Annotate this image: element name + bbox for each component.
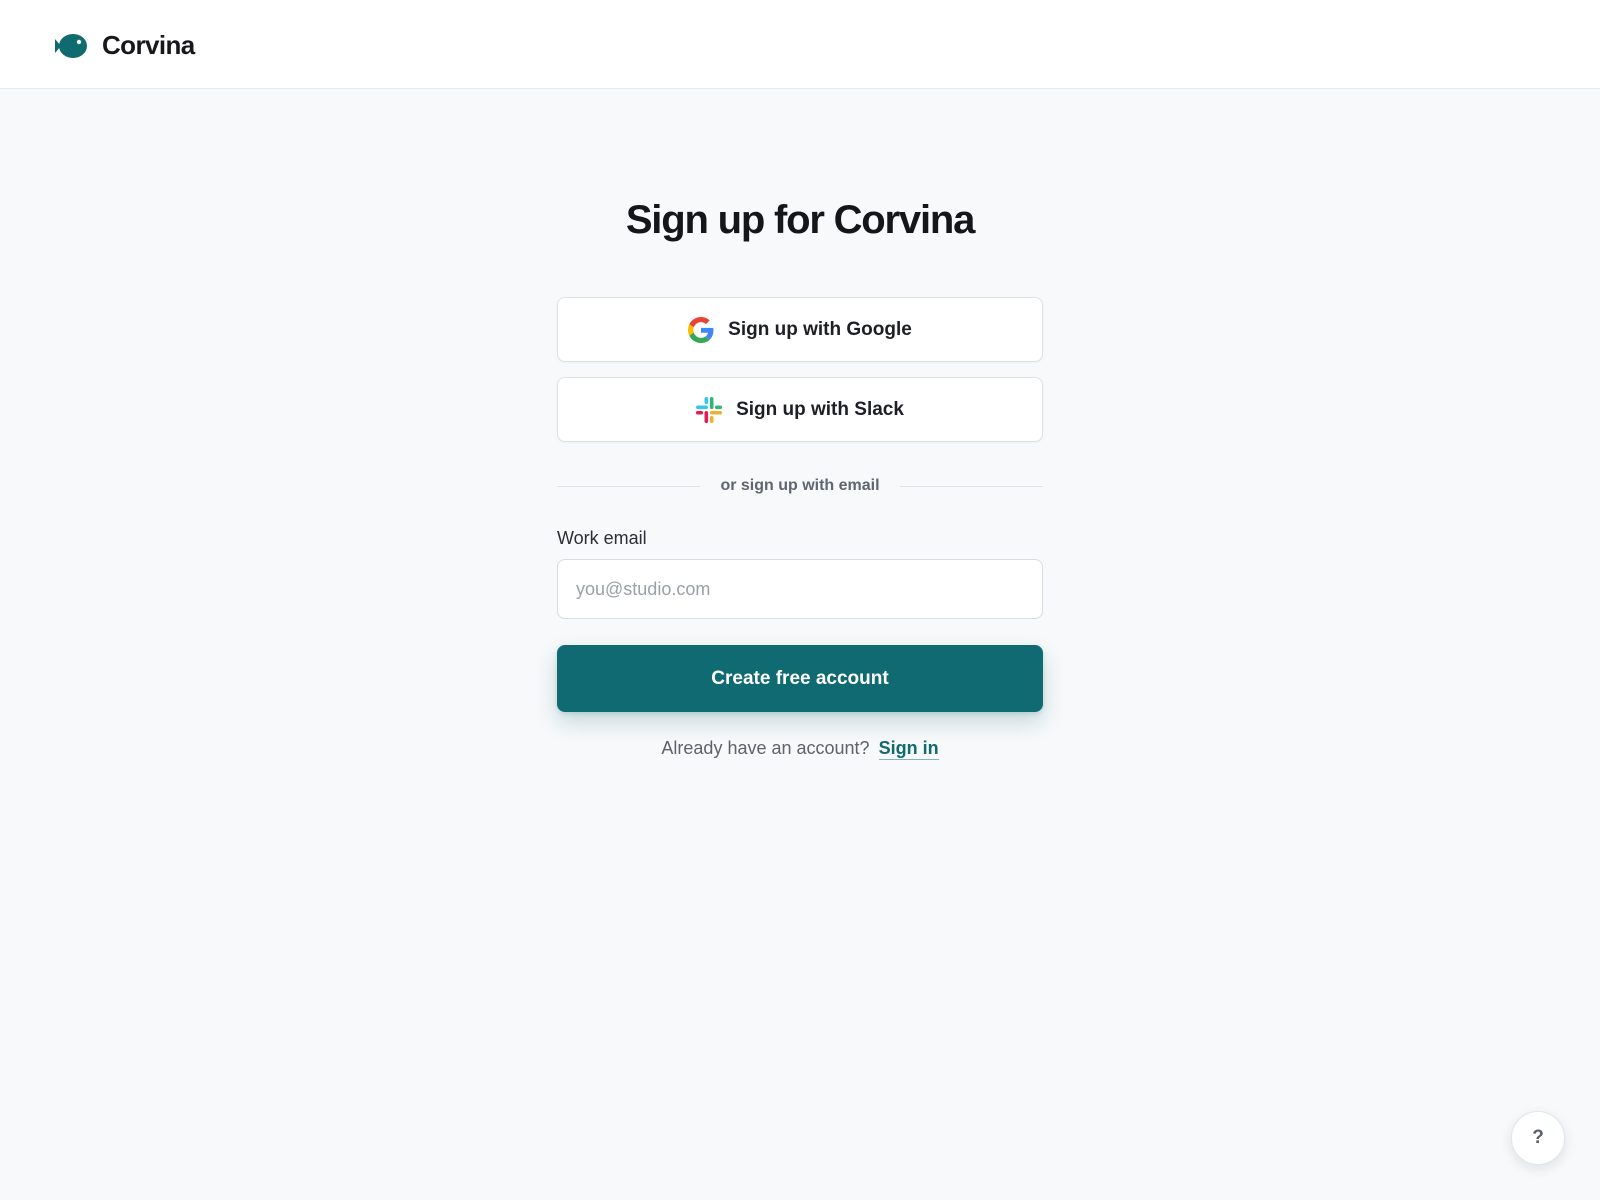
help-button[interactable]: ? <box>1511 1111 1565 1165</box>
email-divider: or sign up with email <box>557 477 1043 495</box>
brand-home-link[interactable]: Corvina <box>53 30 195 61</box>
email-field[interactable] <box>557 559 1043 619</box>
slack-signup-button[interactable]: Sign up with Slack <box>557 377 1043 442</box>
email-field-label: Work email <box>557 528 647 548</box>
signin-row: Already have an account? Sign in <box>557 738 1043 760</box>
create-account-button[interactable]: Create free account <box>557 645 1043 712</box>
divider-text: or sign up with email <box>720 477 880 494</box>
fish-logo-icon <box>55 33 87 58</box>
brand-name: Corvina <box>102 30 195 60</box>
slack-icon <box>696 396 723 423</box>
google-icon <box>688 316 714 343</box>
signup-form: Sign up with Google Sign up with Slack o… <box>557 297 1043 760</box>
divider-line-left <box>557 485 701 487</box>
divider-line-right <box>899 485 1043 487</box>
google-signup-button[interactable]: Sign up with Google <box>557 297 1043 362</box>
help-icon: ? <box>1532 1127 1544 1148</box>
signin-prompt: Already have an account? <box>661 738 870 758</box>
page-title: Sign up for Corvina <box>625 198 976 242</box>
top-bar: Corvina <box>0 0 1600 89</box>
slack-signup-label: Sign up with Slack <box>736 398 904 420</box>
google-signup-label: Sign up with Google <box>728 318 912 340</box>
signin-link[interactable]: Sign in <box>878 738 939 760</box>
